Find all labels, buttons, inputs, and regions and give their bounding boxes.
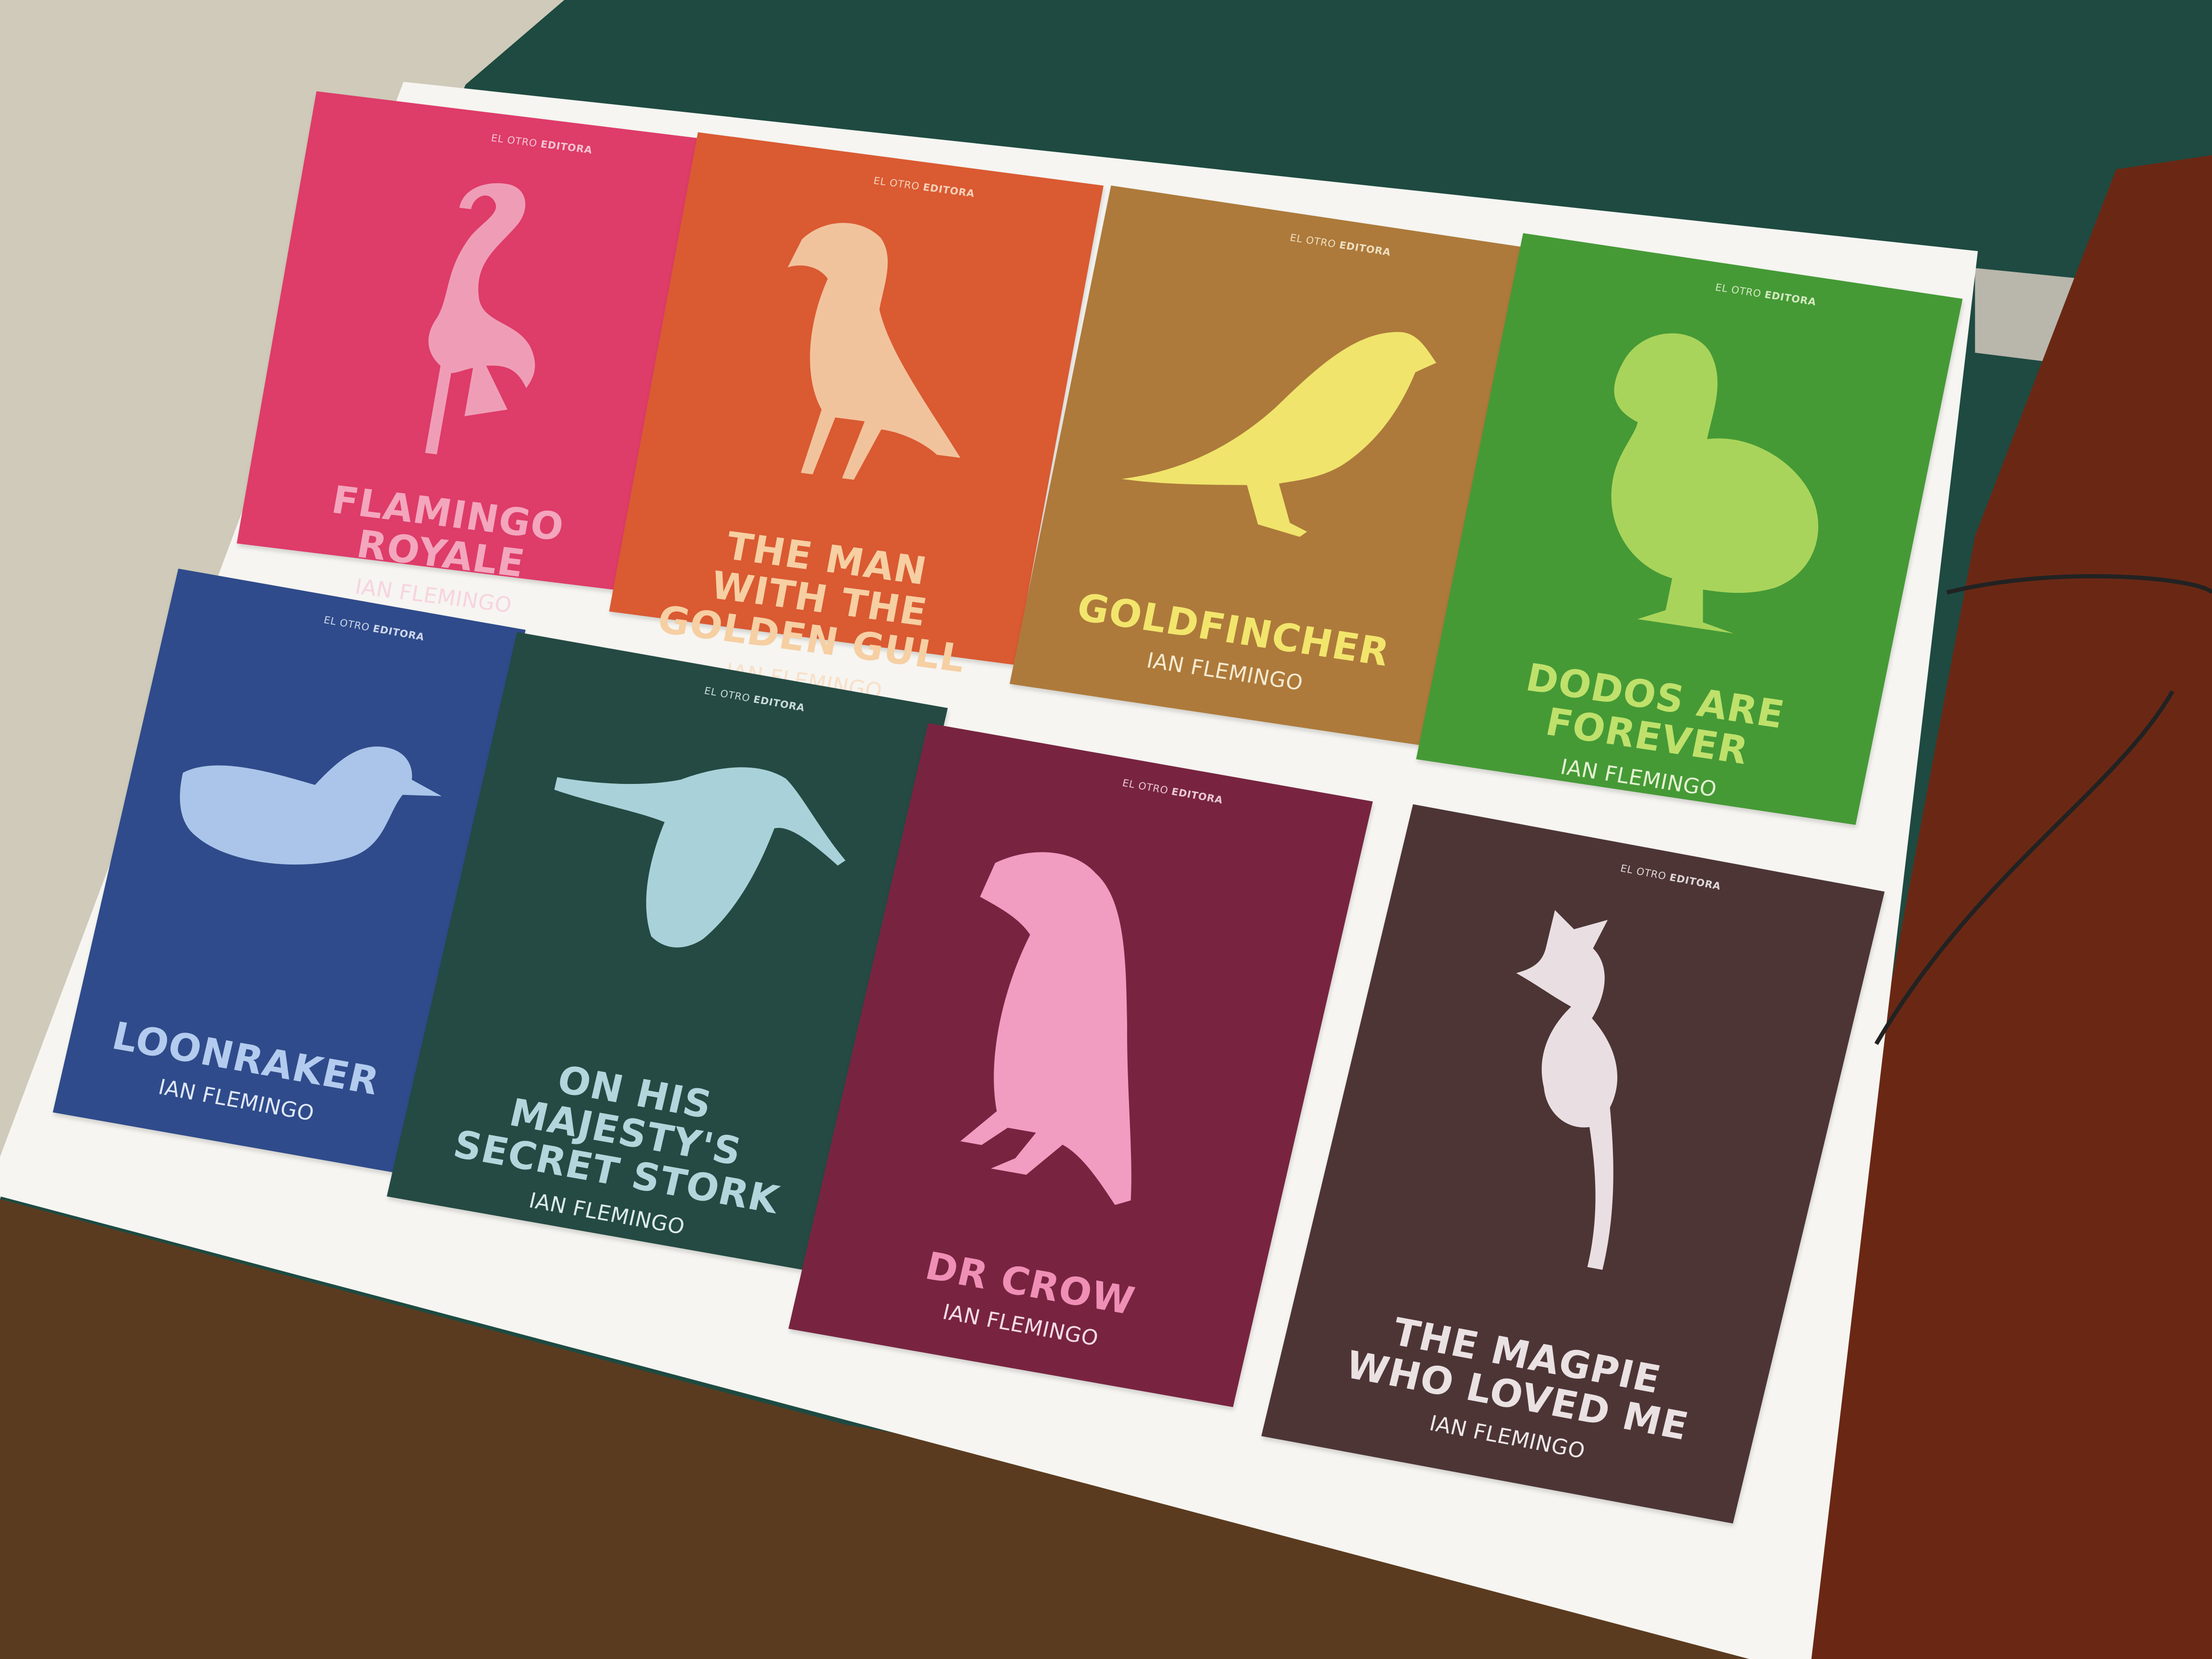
dodo-icon xyxy=(1456,266,1939,708)
magpie-icon xyxy=(1312,838,1861,1378)
photo-scene: EL OTRO EDITORA FLAMINGO ROYALE IAN FLEMI… xyxy=(0,0,2212,1659)
crow-icon xyxy=(829,757,1349,1301)
goldfinch-icon xyxy=(1047,218,1501,639)
gull-icon xyxy=(644,165,1081,564)
stork-icon xyxy=(441,665,924,1108)
flamingo-icon xyxy=(266,124,697,517)
